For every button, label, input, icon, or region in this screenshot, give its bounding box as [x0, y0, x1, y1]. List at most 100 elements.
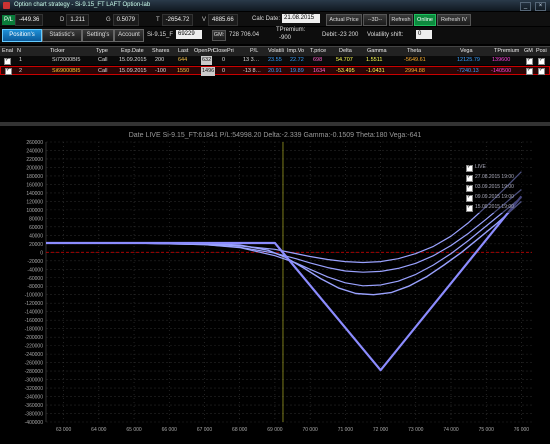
- cell-delta: 54.707: [336, 57, 353, 63]
- col-header[interactable]: Type: [96, 47, 108, 56]
- y-tick-label: -160000: [25, 318, 44, 324]
- col-header[interactable]: T.price: [310, 47, 326, 56]
- refresh-button[interactable]: Refresh: [389, 14, 413, 26]
- legend-checkbox[interactable]: [466, 185, 473, 192]
- x-tick-label: 64 000: [91, 427, 107, 433]
- cell-theta: 2994.88: [405, 68, 425, 74]
- legend-item[interactable]: 09.09.2015 19:00: [466, 193, 528, 203]
- cell-tpremium: -140500: [491, 68, 512, 74]
- y-tick-label: 260000: [26, 140, 43, 146]
- col-header[interactable]: Shares: [152, 47, 169, 56]
- x-tick-label: 75 000: [479, 427, 495, 433]
- cell-openprice[interactable]: 1496: [201, 67, 216, 76]
- vega-stat: V 4885.66: [200, 14, 238, 26]
- position-checkbox[interactable]: [538, 68, 545, 75]
- col-header[interactable]: Exp.Date: [121, 47, 144, 56]
- legend-checkbox[interactable]: [466, 195, 473, 202]
- price-input[interactable]: 69229: [176, 30, 202, 39]
- gm-checkbox[interactable]: [526, 58, 533, 65]
- enable-checkbox[interactable]: [4, 58, 11, 65]
- col-header[interactable]: Last: [178, 47, 188, 56]
- x-tick-label: 72 000: [373, 427, 389, 433]
- col-header[interactable]: N: [17, 47, 21, 56]
- title-bar: Option chart strategy - Si-9.15_FT LAFT …: [0, 0, 550, 11]
- cell-openprice[interactable]: 632: [201, 56, 213, 65]
- legend-label: 03.09.2015 19:00: [475, 184, 514, 190]
- tab-positions[interactable]: Position's: [2, 29, 42, 42]
- col-header[interactable]: OpenPri: [194, 47, 214, 56]
- col-header[interactable]: Ticker: [50, 47, 65, 56]
- x-tick-label: 66 000: [162, 427, 178, 433]
- y-tick-label: 120000: [26, 199, 43, 205]
- x-tick-label: 76 000: [514, 427, 530, 433]
- online-button[interactable]: Online: [414, 14, 436, 26]
- legend-item[interactable]: 15.09.2015 19:00: [466, 203, 528, 213]
- legend-item[interactable]: LIVE: [466, 163, 528, 173]
- col-header[interactable]: Posi: [536, 47, 547, 56]
- tab-account[interactable]: Account: [114, 29, 144, 42]
- x-tick-label: 73 000: [408, 427, 424, 433]
- pl-stat: P/L -449.36: [2, 14, 44, 26]
- y-tick-label: -260000: [25, 361, 44, 367]
- y-tick-label: -180000: [25, 327, 44, 333]
- x-tick-label: 71 000: [338, 427, 354, 433]
- y-tick-label: -380000: [25, 412, 44, 418]
- chart-title: Date LIVE Si-9.15_FT:61841 P/L:54998.20 …: [129, 132, 422, 139]
- gm-label: GM:: [212, 30, 226, 41]
- col-header[interactable]: TPremium: [494, 47, 519, 56]
- col-header[interactable]: Gamma: [367, 47, 387, 56]
- col-header[interactable]: Enal: [2, 47, 13, 56]
- cell-ticker: Si69000BI5: [52, 68, 81, 74]
- instrument-symbol: Si-9.15_F: [147, 32, 174, 38]
- legend-item[interactable]: 27.08.2015 19:00: [466, 173, 528, 183]
- volatility-shift-input[interactable]: 0: [416, 30, 432, 39]
- y-tick-label: 200000: [26, 165, 43, 171]
- y-tick-label: -220000: [25, 344, 44, 350]
- minimize-button[interactable]: _: [520, 2, 531, 11]
- legend-checkbox[interactable]: [466, 165, 473, 172]
- table-row[interactable]: 2 Si69000BI5 Call 15.09.2015 -100 1550 1…: [0, 66, 550, 76]
- y-tick-label: -400000: [25, 420, 44, 426]
- app-icon: [3, 2, 10, 9]
- cell-tpremium: 139600: [492, 57, 511, 63]
- refresh-iv-button[interactable]: Refresh IV: [437, 14, 471, 26]
- y-tick-label: -320000: [25, 386, 44, 392]
- y-tick-label: 160000: [26, 182, 43, 188]
- series-line: [46, 195, 523, 372]
- col-header[interactable]: Imp.Vo: [287, 47, 304, 56]
- y-tick-label: -300000: [25, 378, 44, 384]
- y-tick-label: -20000: [27, 259, 43, 265]
- nav-3d-button[interactable]: --3D--: [363, 14, 387, 26]
- y-tick-label: 20000: [29, 242, 43, 248]
- cell-pl: -13 8…: [243, 68, 262, 74]
- series-line: [45, 171, 522, 264]
- cell-closeprice: 0: [222, 68, 226, 74]
- tab-statistics[interactable]: Statistic's: [42, 29, 82, 42]
- actual-price-button[interactable]: Actual Price: [326, 14, 362, 26]
- col-header[interactable]: Volatili: [268, 47, 284, 56]
- close-button[interactable]: ×: [535, 2, 546, 11]
- y-tick-label: -100000: [25, 293, 44, 299]
- tab-settings[interactable]: Setting's: [82, 29, 114, 42]
- legend-checkbox[interactable]: [466, 175, 473, 182]
- col-header[interactable]: Vega: [460, 47, 473, 56]
- legend-label: LIVE: [475, 164, 486, 170]
- legend-checkbox[interactable]: [466, 205, 473, 212]
- legend-label: 09.09.2015 19:00: [475, 194, 514, 200]
- col-header[interactable]: Theta: [407, 47, 421, 56]
- delta-stat: D 1.211: [58, 14, 89, 26]
- gm-checkbox[interactable]: [526, 68, 533, 75]
- col-header[interactable]: GM: [524, 47, 533, 56]
- position-checkbox[interactable]: [538, 58, 545, 65]
- legend-item[interactable]: 03.09.2015 19:00: [466, 183, 528, 193]
- cell-impvol: 22.72: [290, 57, 304, 63]
- col-header[interactable]: Delta: [339, 47, 352, 56]
- col-header[interactable]: ClosePri: [213, 47, 234, 56]
- enable-checkbox[interactable]: [5, 68, 12, 75]
- cell-expdate: 15.09.2015: [119, 68, 147, 74]
- calc-date-input[interactable]: 21.08.2015: [282, 14, 320, 23]
- col-header[interactable]: P/L: [250, 47, 258, 56]
- table-row[interactable]: 1 Si72000BI5 Call 15.09.2015 200 644 632…: [0, 56, 550, 65]
- cell-gamma: 1.5511: [366, 57, 383, 63]
- tpremium-value: -900: [279, 35, 292, 41]
